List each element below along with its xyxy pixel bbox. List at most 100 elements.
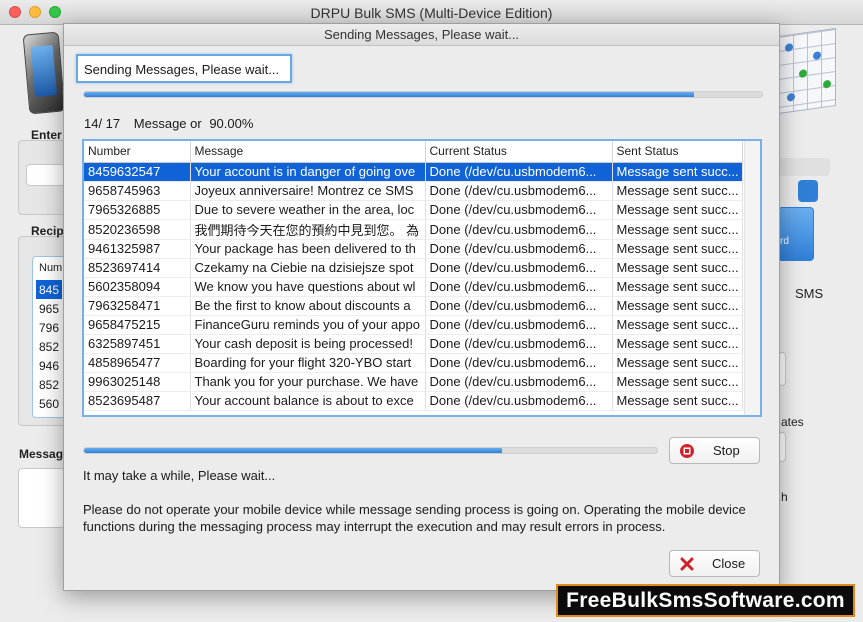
recipient-item[interactable]: 965	[36, 299, 62, 318]
title-bar: DRPU Bulk SMS (Multi-Device Edition)	[0, 0, 863, 25]
message-cell: FinanceGuru reminds you of your appo	[190, 315, 426, 335]
table-row[interactable]: 8459632547 Your account is in danger of g…	[84, 162, 743, 182]
number-cell: 7963258471	[84, 296, 191, 316]
table-row[interactable]: 6325897451 Your cash deposit is being pro…	[84, 334, 743, 354]
number-cell: 8520236598	[84, 219, 191, 240]
recipient-item[interactable]: 852	[36, 337, 62, 356]
message-label: Messag	[19, 447, 64, 461]
table-scrollbar[interactable]	[744, 141, 760, 415]
bg-blue-button[interactable]	[778, 207, 814, 261]
sent-status-cell: Message sent succ...	[612, 296, 743, 316]
number-cell: 9658475215	[84, 315, 191, 335]
table-row[interactable]: 9963025148 Thank you for your purchase. W…	[84, 372, 743, 392]
message-cell: Boarding for your flight 320-YBO start	[190, 353, 426, 373]
window-title: DRPU Bulk SMS (Multi-Device Edition)	[310, 5, 553, 21]
sent-status-cell: Message sent succ...	[612, 353, 743, 373]
table-row[interactable]: 5602358094 We know you have questions abo…	[84, 277, 743, 297]
number-cell: 5602358094	[84, 277, 191, 297]
message-cell: Your cash deposit is being processed!	[190, 334, 426, 354]
recipients-label: Recip	[31, 224, 64, 238]
enter-input[interactable]	[26, 164, 66, 186]
close-icon	[680, 557, 694, 570]
number-cell: 9461325987	[84, 239, 191, 259]
column-header-number[interactable]: Number	[84, 141, 191, 163]
current-status-cell: Done (/dev/cu.usbmodem6...	[425, 372, 613, 392]
sent-status-cell: Message sent succ...	[612, 162, 743, 182]
recipient-item[interactable]: 845	[36, 280, 62, 299]
templates-label: ates	[781, 415, 804, 429]
table-row[interactable]: 9658745963 Joyeux anniversaire! Montrez c…	[84, 181, 743, 201]
message-cell: Be the first to know about discounts a	[190, 296, 426, 316]
recipients-list-header: Num	[39, 262, 63, 274]
message-cell: Your account is in danger of going ove	[190, 162, 426, 182]
bg-blue-button-label: rd	[780, 236, 789, 247]
table-row[interactable]: 9461325987 Your package has been delivere…	[84, 239, 743, 259]
messages-table[interactable]: Number Message Current Status Sent Statu…	[82, 139, 762, 417]
sent-status-cell: Message sent succ...	[612, 200, 743, 220]
number-cell: 8523697414	[84, 258, 191, 278]
message-cell: Joyeux anniversaire! Montrez ce SMS	[190, 181, 426, 201]
wait-message: It may take a while, Please wait...	[83, 468, 276, 483]
sent-status-cell: Message sent succ...	[612, 334, 743, 354]
sending-status-box: Sending Messages, Please wait...	[76, 54, 292, 83]
stop-button[interactable]: Stop	[669, 437, 760, 464]
message-cell: Czekamy na Ciebie na dzisiejsze spot	[190, 258, 426, 278]
current-status-cell: Done (/dev/cu.usbmodem6...	[425, 258, 613, 278]
number-cell: 9658745963	[84, 181, 191, 201]
message-cell: Due to severe weather in the area, loc	[190, 200, 426, 220]
overall-progress-fill	[84, 92, 695, 97]
number-cell: 8459632547	[84, 162, 191, 182]
calendar-grid-icon	[778, 27, 836, 115]
current-status-cell: Done (/dev/cu.usbmodem6...	[425, 219, 613, 240]
table-row[interactable]: 7963258471 Be the first to know about dis…	[84, 296, 743, 316]
table-row[interactable]: 4858965477 Boarding for your flight 320-Y…	[84, 353, 743, 373]
recipient-item[interactable]: 946	[36, 356, 62, 375]
message-cell: Your package has been delivered to th	[190, 239, 426, 259]
current-status-cell: Done (/dev/cu.usbmodem6...	[425, 315, 613, 335]
sent-status-cell: Message sent succ...	[612, 315, 743, 335]
sent-count: 14/ 17	[84, 116, 121, 131]
current-status-cell: Done (/dev/cu.usbmodem6...	[425, 181, 613, 201]
message-textarea[interactable]	[18, 468, 68, 528]
current-status-cell: Done (/dev/cu.usbmodem6...	[425, 353, 613, 373]
message-cell: Your account balance is about to exce	[190, 391, 426, 411]
column-header-sent-status[interactable]: Sent Status	[612, 141, 743, 163]
overall-progress-bar	[83, 91, 763, 98]
number-cell: 6325897451	[84, 334, 191, 354]
sent-status-cell: Message sent succ...	[612, 258, 743, 278]
message-cell: 我們期待今天在您的預約中見到您。 為	[190, 219, 426, 240]
number-cell: 9963025148	[84, 372, 191, 392]
current-status-cell: Done (/dev/cu.usbmodem6...	[425, 239, 613, 259]
sent-status-cell: Message sent succ...	[612, 239, 743, 259]
watermark-banner: FreeBulkSmsSoftware.com	[556, 584, 855, 617]
table-row[interactable]: 8523697414 Czekamy na Ciebie na dzisiejsz…	[84, 258, 743, 278]
table-row[interactable]: 7965326885 Due to severe weather in the a…	[84, 200, 743, 220]
phone-logo-icon	[22, 31, 66, 115]
stop-button-label: Stop	[713, 443, 740, 458]
current-status-cell: Done (/dev/cu.usbmodem6...	[425, 200, 613, 220]
h-label: h	[781, 490, 788, 504]
sms-label: SMS	[795, 286, 824, 301]
sent-status-cell: Message sent succ...	[612, 219, 743, 240]
close-button[interactable]: Close	[669, 550, 760, 577]
number-cell: 7965326885	[84, 200, 191, 220]
recipient-item[interactable]: 852	[36, 375, 62, 394]
close-button-label: Close	[712, 556, 746, 571]
recipient-item[interactable]: 560	[36, 394, 62, 413]
sent-status-cell: Message sent succ...	[612, 391, 743, 411]
column-header-message[interactable]: Message	[190, 141, 426, 163]
table-row[interactable]: 8520236598 我們期待今天在您的預約中見到您。 為 Done (/dev/c…	[84, 219, 743, 240]
warning-message: Please do not operate your mobile device…	[83, 502, 746, 534]
current-status-cell: Done (/dev/cu.usbmodem6...	[425, 277, 613, 297]
dropdown-arrow-icon[interactable]	[798, 180, 818, 202]
current-progress-fill	[84, 448, 503, 453]
table-row[interactable]: 8523695487 Your account balance is about …	[84, 391, 743, 411]
column-header-current-status[interactable]: Current Status	[425, 141, 613, 163]
sending-dialog: Sending Messages, Please wait... Sending…	[63, 23, 780, 591]
percent-value: 90.00%	[209, 116, 254, 131]
table-row[interactable]: 9658475215 FinanceGuru reminds you of you…	[84, 315, 743, 335]
enter-label: Enter	[31, 128, 62, 142]
current-status-cell: Done (/dev/cu.usbmodem6...	[425, 296, 613, 316]
count-label: Message or	[133, 116, 202, 131]
recipient-item[interactable]: 796	[36, 318, 62, 337]
